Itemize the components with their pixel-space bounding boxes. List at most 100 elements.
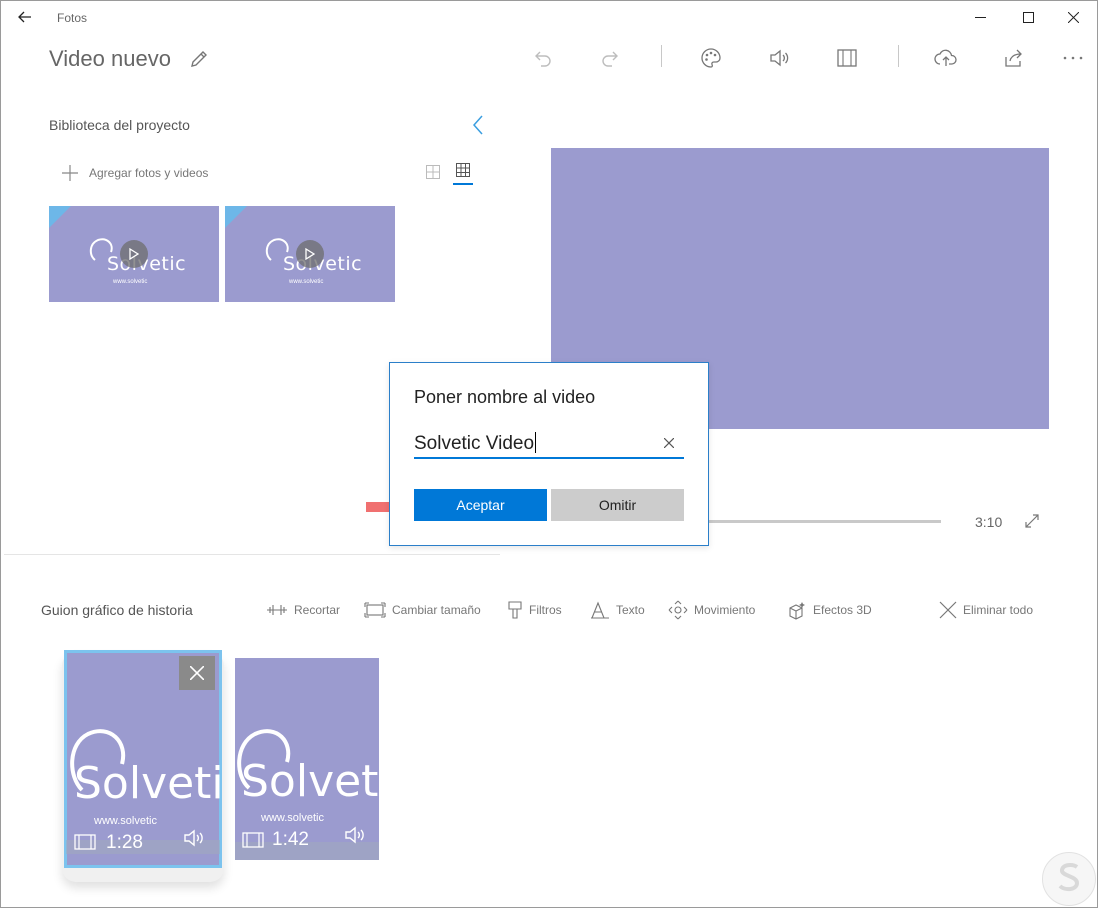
toolbar-separator — [898, 45, 899, 67]
accept-button[interactable]: Aceptar — [414, 489, 547, 521]
theme-button[interactable] — [697, 44, 725, 72]
duration-label: 3:10 — [975, 514, 1003, 530]
playback-progress-bar[interactable] — [706, 520, 941, 523]
back-arrow-icon — [18, 11, 31, 23]
maximize-button[interactable] — [1005, 0, 1051, 34]
skip-button[interactable]: Omitir — [551, 489, 684, 521]
remove-all-label: Eliminar todo — [963, 603, 1034, 617]
toolbar-separator — [661, 45, 662, 67]
active-view-indicator — [453, 183, 473, 185]
share-button[interactable] — [1000, 44, 1028, 72]
view-large-grid-button[interactable] — [424, 163, 442, 181]
dialog-title: Poner nombre al video — [414, 387, 596, 407]
close-button[interactable] — [1050, 0, 1096, 34]
close-icon — [190, 666, 204, 680]
library-thumbnail[interactable]: Solvetic www.solvetic — [49, 206, 219, 302]
minimize-button[interactable] — [957, 0, 1003, 34]
redo-icon — [602, 51, 618, 67]
speaker-icon — [770, 49, 789, 67]
undo-button[interactable] — [529, 44, 557, 72]
play-icon — [305, 248, 315, 260]
rename-video-dialog: Poner nombre al video Solvetic Video Ace… — [389, 362, 709, 546]
panel-divider — [4, 554, 500, 555]
play-button[interactable] — [120, 240, 148, 268]
filters-label: Filtros — [529, 603, 562, 617]
card-duration: 1:42 — [272, 829, 309, 850]
thumbnail-url-text: www.solvetic — [113, 279, 148, 285]
maximize-icon — [1022, 11, 1034, 23]
card-url-text: www.solvetic — [261, 812, 324, 824]
undo-icon — [535, 51, 551, 67]
aspect-ratio-button[interactable] — [833, 44, 861, 72]
library-thumbnail[interactable]: Solvetic www.solvetic — [225, 206, 395, 302]
storyboard-card[interactable]: Solvetic www.solvetic 1:42 — [235, 658, 379, 860]
chevron-left-icon — [473, 115, 483, 135]
filters-icon — [508, 601, 522, 619]
pencil-icon — [191, 51, 207, 67]
trim-button[interactable]: Recortar — [266, 600, 340, 620]
clear-icon — [664, 438, 674, 448]
storyboard-title: Guion gráfico de historia — [41, 602, 193, 618]
resize-button[interactable]: Cambiar tamaño — [364, 600, 481, 620]
view-small-grid-button[interactable] — [453, 163, 473, 185]
library-title: Biblioteca del proyecto — [49, 117, 190, 133]
effects-3d-icon — [789, 602, 805, 620]
text-caret — [535, 432, 537, 453]
play-icon — [129, 248, 139, 260]
cloud-upload-icon — [934, 49, 957, 66]
text-icon — [591, 601, 609, 619]
effects-3d-button[interactable]: Efectos 3D — [787, 600, 872, 620]
fullscreen-button[interactable] — [1023, 512, 1041, 530]
app-title: Fotos — [57, 11, 88, 25]
audio-button[interactable] — [765, 44, 793, 72]
thumbnail-url-text: www.solvetic — [289, 279, 324, 285]
share-icon — [1005, 49, 1022, 67]
motion-label: Movimiento — [694, 603, 756, 617]
text-button[interactable]: Texto — [590, 600, 645, 620]
text-label: Texto — [616, 603, 645, 617]
video-name-value: Solvetic Video — [414, 433, 535, 454]
add-media-button[interactable]: Agregar fotos y videos — [61, 163, 208, 183]
palette-icon — [701, 48, 721, 68]
more-icon — [1063, 56, 1083, 60]
selected-corner-marker — [225, 206, 247, 228]
resize-label: Cambiar tamaño — [392, 603, 481, 617]
film-icon — [242, 832, 264, 848]
add-media-label: Agregar fotos y videos — [89, 166, 209, 180]
card-logo-text: Solvetic — [74, 758, 220, 809]
filters-button[interactable]: Filtros — [507, 600, 562, 620]
remove-all-button[interactable]: Eliminar todo — [939, 600, 1033, 620]
more-button[interactable] — [1059, 44, 1087, 72]
video-name-input[interactable]: Solvetic Video — [414, 429, 684, 459]
rename-button[interactable] — [186, 46, 212, 72]
page-title: Video nuevo — [49, 46, 171, 71]
effects-3d-label: Efectos 3D — [813, 603, 872, 617]
card-url-text: www.solvetic — [94, 815, 157, 827]
motion-button[interactable]: Movimiento — [668, 600, 755, 620]
watermark-logo — [1042, 852, 1096, 906]
play-button[interactable] — [296, 240, 324, 268]
clear-input-button[interactable] — [660, 434, 678, 452]
film-icon — [74, 834, 96, 850]
remove-all-icon — [939, 601, 957, 619]
card-duration: 1:28 — [106, 832, 143, 853]
plus-icon — [62, 165, 78, 181]
aspect-ratio-icon — [837, 49, 857, 67]
grid-large-icon — [426, 165, 440, 179]
close-icon — [1067, 11, 1079, 23]
remove-clip-button[interactable] — [179, 656, 215, 690]
speaker-icon — [345, 826, 364, 844]
storyboard-card[interactable]: Solvetic www.solvetic 1:28 — [64, 650, 222, 868]
watermark-s-icon — [1058, 863, 1080, 892]
collapse-library-button[interactable] — [468, 113, 488, 137]
grid-small-icon — [456, 163, 470, 177]
upload-button[interactable] — [932, 44, 960, 72]
resize-icon — [364, 602, 386, 618]
back-button[interactable] — [10, 6, 40, 28]
trim-label: Recortar — [294, 603, 341, 617]
expand-icon — [1025, 514, 1039, 528]
motion-icon — [668, 600, 688, 620]
redo-button[interactable] — [596, 44, 624, 72]
card-logo-text: Solvetic — [241, 756, 379, 807]
minimize-icon — [974, 16, 986, 18]
